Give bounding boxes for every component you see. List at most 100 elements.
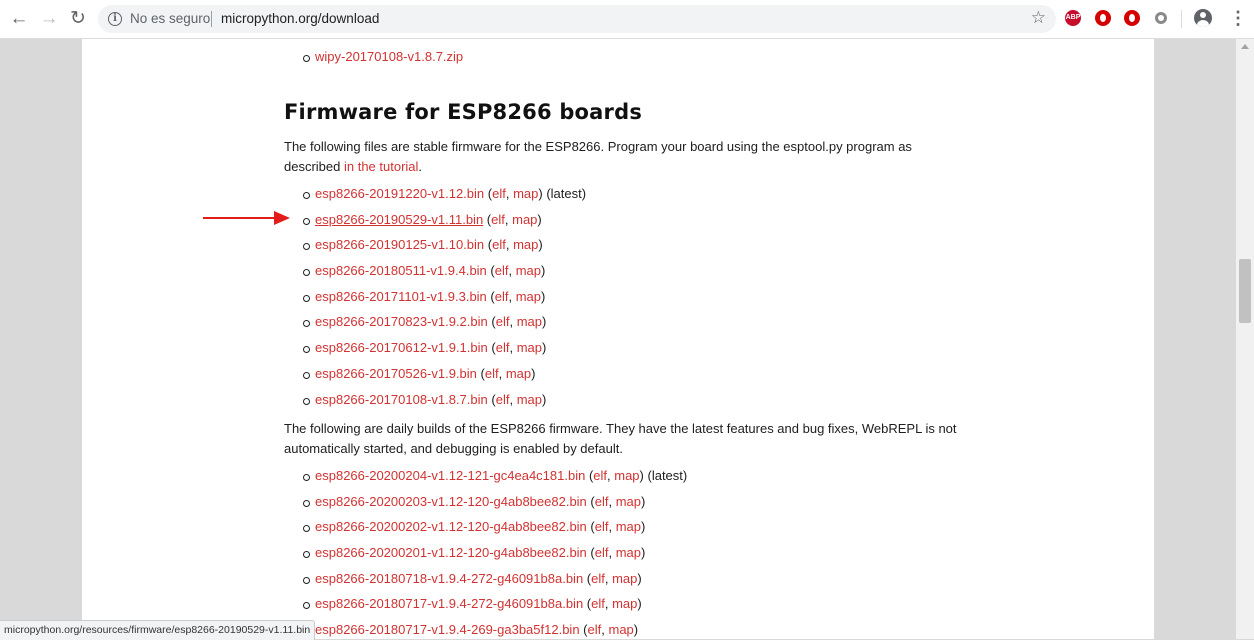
map-link[interactable]: map: [512, 212, 537, 227]
info-icon[interactable]: i: [108, 12, 122, 26]
firmware-link[interactable]: esp8266-20171101-v1.9.3.bin: [315, 289, 487, 304]
firmware-link[interactable]: esp8266-20190125-v1.10.bin: [315, 237, 484, 252]
page-viewport: wipy-20170108-v1.8.7.zip Firmware for ES…: [0, 39, 1236, 639]
security-label[interactable]: No es seguro: [130, 11, 210, 26]
firmware-link[interactable]: esp8266-20170108-v1.8.7.bin: [315, 392, 488, 407]
vertical-scrollbar[interactable]: [1236, 39, 1254, 639]
map-link[interactable]: map: [517, 314, 542, 329]
list-item: esp8266-20191220-v1.12.bin (elf, map) (l…: [284, 185, 964, 211]
firmware-link[interactable]: esp8266-20200204-v1.12-121-gc4ea4c181.bi…: [315, 468, 585, 483]
address-bar[interactable]: i No es seguro micropython.org/download …: [98, 5, 1056, 33]
firmware-link[interactable]: esp8266-20170612-v1.9.1.bin: [315, 340, 488, 355]
map-link[interactable]: map: [616, 545, 641, 560]
url-text[interactable]: micropython.org/download: [221, 11, 379, 26]
map-link[interactable]: map: [616, 519, 641, 534]
stable-intro: The following files are stable firmware …: [284, 137, 964, 176]
map-link[interactable]: map: [608, 622, 633, 637]
elf-link[interactable]: elf: [492, 186, 506, 201]
scrollbar-thumb[interactable]: [1239, 259, 1251, 323]
list-item: esp8266-20200204-v1.12-121-gc4ea4c181.bi…: [284, 467, 964, 493]
toolbar-divider: [1181, 10, 1182, 28]
map-link[interactable]: map: [517, 340, 542, 355]
list-item: esp8266-20190125-v1.10.bin (elf, map): [284, 236, 964, 262]
elf-link[interactable]: elf: [495, 289, 509, 304]
map-link[interactable]: map: [516, 289, 541, 304]
firmware-link[interactable]: esp8266-20170526-v1.9.bin: [315, 366, 477, 381]
scroll-up-icon[interactable]: [1241, 44, 1249, 49]
firmware-link[interactable]: esp8266-20200203-v1.12-120-g4ab8bee82.bi…: [315, 494, 587, 509]
firmware-link[interactable]: esp8266-20180717-v1.9.4-269-ga3ba5f12.bi…: [315, 622, 580, 637]
annotation-arrow-icon: [274, 211, 290, 225]
firmware-link[interactable]: esp8266-20180718-v1.9.4-272-g46091b8a.bi…: [315, 571, 583, 586]
list-item: esp8266-20180717-v1.9.4-272-g46091b8a.bi…: [284, 595, 964, 621]
list-item: esp8266-20200203-v1.12-120-g4ab8bee82.bi…: [284, 493, 964, 519]
section-title: Firmware for ESP8266 boards: [284, 100, 643, 124]
list-item: esp8266-20200201-v1.12-120-g4ab8bee82.bi…: [284, 544, 964, 570]
back-icon[interactable]: ←: [8, 8, 30, 30]
extension-circle-icon[interactable]: [1155, 12, 1167, 24]
menu-kebab-icon[interactable]: ⋮: [1229, 8, 1247, 29]
elf-link[interactable]: elf: [593, 468, 607, 483]
map-link[interactable]: map: [516, 263, 541, 278]
elf-link[interactable]: elf: [595, 519, 609, 534]
browser-toolbar: ← → ↻ i No es seguro micropython.org/dow…: [0, 0, 1254, 39]
latest-tag: (latest): [643, 468, 688, 483]
list-item: esp8266-20170526-v1.9.bin (elf, map): [284, 365, 964, 391]
elf-link[interactable]: elf: [496, 392, 510, 407]
firmware-link[interactable]: esp8266-20191220-v1.12.bin: [315, 186, 484, 201]
list-item: esp8266-20190529-v1.11.bin (elf, map): [284, 211, 964, 237]
list-item: esp8266-20170823-v1.9.2.bin (elf, map): [284, 313, 964, 339]
elf-link[interactable]: elf: [595, 494, 609, 509]
list-item: esp8266-20170108-v1.8.7.bin (elf, map): [284, 391, 964, 417]
extension-shield-icon[interactable]: [1095, 10, 1111, 26]
omnibox-divider: [211, 11, 212, 27]
tutorial-link[interactable]: in the tutorial: [344, 159, 418, 174]
elf-link[interactable]: elf: [595, 545, 609, 560]
map-link[interactable]: map: [612, 571, 637, 586]
link-status-bar: micropython.org/resources/firmware/esp82…: [0, 620, 316, 640]
stable-intro-end: .: [418, 158, 423, 174]
wipy-list: wipy-20170108-v1.8.7.zip: [284, 48, 964, 74]
map-link[interactable]: map: [614, 468, 639, 483]
list-item: esp8266-20171101-v1.9.3.bin (elf, map): [284, 288, 964, 314]
map-link[interactable]: map: [506, 366, 531, 381]
firmware-link[interactable]: esp8266-20170823-v1.9.2.bin: [315, 314, 488, 329]
profile-avatar-icon[interactable]: [1194, 9, 1212, 27]
firmware-link[interactable]: esp8266-20200202-v1.12-120-g4ab8bee82.bi…: [315, 519, 587, 534]
elf-link[interactable]: elf: [492, 237, 506, 252]
map-link[interactable]: map: [612, 596, 637, 611]
list-item: esp8266-20170612-v1.9.1.bin (elf, map): [284, 339, 964, 365]
elf-link[interactable]: elf: [491, 212, 505, 227]
elf-link[interactable]: elf: [485, 366, 499, 381]
map-link[interactable]: map: [616, 494, 641, 509]
elf-link[interactable]: elf: [495, 263, 509, 278]
page-content: wipy-20170108-v1.8.7.zip Firmware for ES…: [82, 39, 1154, 639]
list-item: esp8266-20180718-v1.9.4-272-g46091b8a.bi…: [284, 570, 964, 596]
elf-link[interactable]: elf: [496, 314, 510, 329]
daily-intro: The following are daily builds of the ES…: [284, 421, 957, 456]
list-item: esp8266-20180511-v1.9.4.bin (elf, map): [284, 262, 964, 288]
map-link[interactable]: map: [517, 392, 542, 407]
daily-firmware-list: esp8266-20200204-v1.12-121-gc4ea4c181.bi…: [284, 467, 964, 639]
download-link[interactable]: wipy-20170108-v1.8.7.zip: [315, 49, 463, 64]
map-link[interactable]: map: [513, 186, 538, 201]
stable-firmware-list: esp8266-20191220-v1.12.bin (elf, map) (l…: [284, 185, 964, 416]
elf-link[interactable]: elf: [496, 340, 510, 355]
extension-shield-icon-2[interactable]: [1124, 10, 1140, 26]
elf-link[interactable]: elf: [588, 622, 602, 637]
firmware-link[interactable]: esp8266-20180717-v1.9.4-272-g46091b8a.bi…: [315, 596, 583, 611]
annotation-arrow-line: [203, 217, 275, 219]
list-item: esp8266-20180717-v1.9.4-269-ga3ba5f12.bi…: [284, 621, 964, 639]
reload-icon[interactable]: ↻: [67, 8, 89, 30]
elf-link[interactable]: elf: [591, 596, 605, 611]
map-link[interactable]: map: [513, 237, 538, 252]
bookmark-star-icon[interactable]: ☆: [1031, 8, 1046, 28]
forward-icon[interactable]: →: [38, 8, 60, 30]
list-item: esp8266-20200202-v1.12-120-g4ab8bee82.bi…: [284, 518, 964, 544]
elf-link[interactable]: elf: [591, 571, 605, 586]
firmware-link[interactable]: esp8266-20200201-v1.12-120-g4ab8bee82.bi…: [315, 545, 587, 560]
firmware-link-hovered[interactable]: esp8266-20190529-v1.11.bin: [315, 212, 483, 227]
adblock-plus-icon[interactable]: ABP: [1065, 10, 1081, 26]
latest-tag: (latest): [542, 186, 587, 201]
firmware-link[interactable]: esp8266-20180511-v1.9.4.bin: [315, 263, 487, 278]
